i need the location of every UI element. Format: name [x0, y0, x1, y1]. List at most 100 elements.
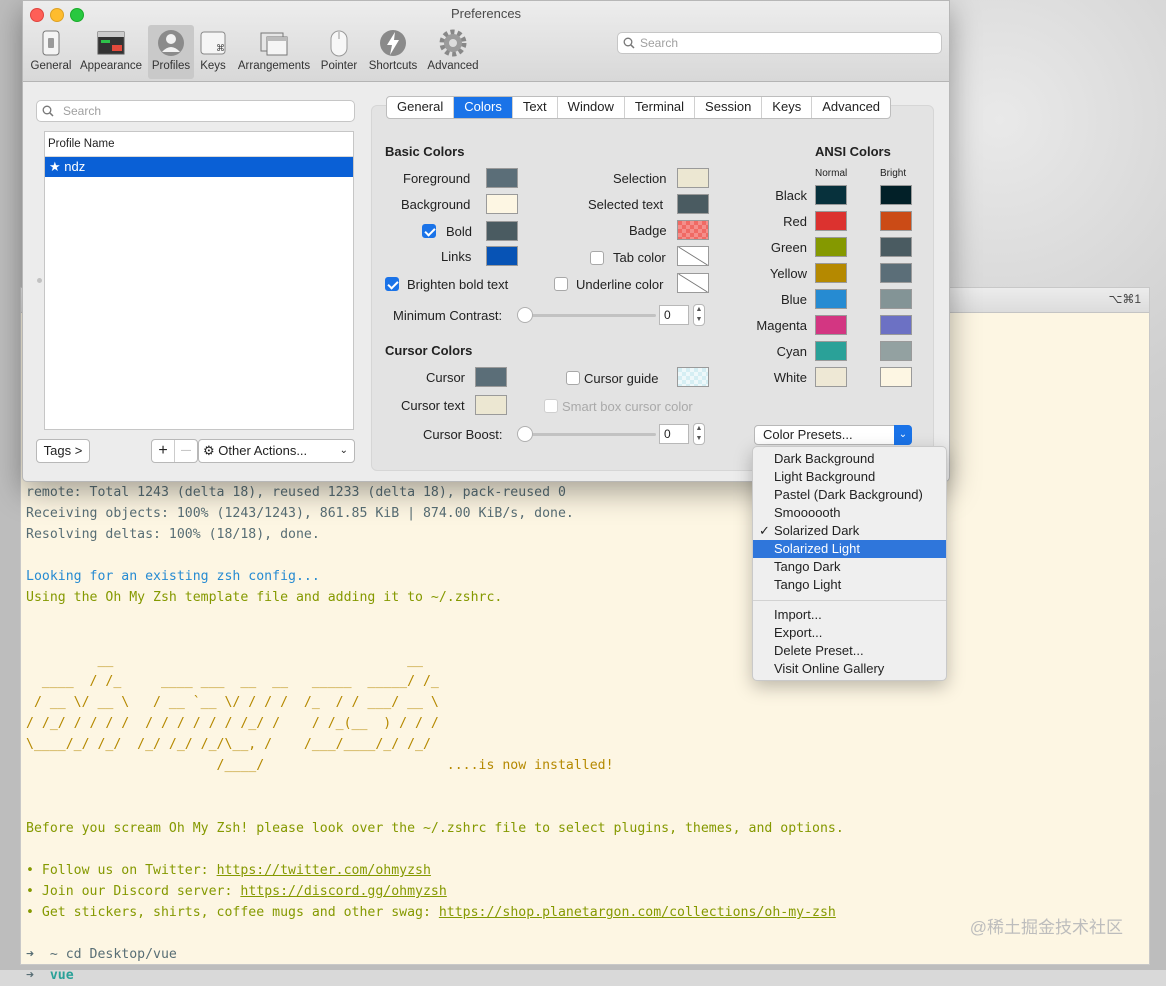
brighten-bold-checkbox[interactable]: [385, 277, 399, 291]
split-handle[interactable]: [37, 278, 42, 283]
bold-swatch[interactable]: [486, 221, 518, 241]
minimum-contrast-stepper[interactable]: ▲ ▼: [693, 304, 705, 326]
tags-button[interactable]: Tags >: [36, 439, 90, 463]
toolbar-arrangements[interactable]: Arrangements: [235, 25, 313, 79]
terminal-output[interactable]: remote: Total 1243 (delta 18), reused 12…: [26, 482, 1149, 986]
badge-swatch[interactable]: [677, 220, 709, 240]
toolbar-profiles[interactable]: Profiles: [148, 25, 194, 79]
selected-text-swatch[interactable]: [677, 194, 709, 214]
toolbar-label: General: [30, 60, 72, 72]
foreground-swatch[interactable]: [486, 168, 518, 188]
ansi-blue-normal-swatch[interactable]: [815, 289, 847, 309]
remove-profile-button[interactable]: —: [175, 440, 197, 462]
tab-advanced[interactable]: Advanced: [812, 97, 890, 118]
toolbar-appearance[interactable]: Appearance: [77, 25, 145, 79]
smart-box-label: Smart box cursor color: [562, 399, 693, 414]
cursor-boost-track[interactable]: [519, 433, 656, 436]
ansi-red-bright-swatch[interactable]: [880, 211, 912, 231]
add-profile-button[interactable]: +: [152, 440, 175, 462]
menu-item-preset[interactable]: Light Background: [753, 468, 946, 486]
minimum-contrast-track[interactable]: [519, 314, 656, 317]
tab-colors[interactable]: Colors: [454, 97, 513, 118]
minimum-contrast-value[interactable]: 0: [659, 305, 689, 325]
ansi-yellow-bright-swatch[interactable]: [880, 263, 912, 283]
other-actions-button[interactable]: ⚙ Other Actions... ⌄: [198, 439, 355, 463]
toolbar-search-field[interactable]: Search: [617, 32, 942, 54]
window-title: Preferences: [450, 6, 522, 21]
ansi-green-bright-swatch[interactable]: [880, 237, 912, 257]
terminal-prompt: ➜ ~ cd Desktop/vue: [26, 947, 177, 962]
terminal-prompt-current[interactable]: ➜ vue: [26, 965, 1149, 986]
discord-link[interactable]: https://discord.gg/ohmyzsh: [240, 884, 446, 899]
profile-name: ndz: [64, 159, 86, 174]
tab-color-swatch[interactable]: [677, 246, 709, 266]
cursor-guide-swatch[interactable]: [677, 367, 709, 387]
tab-keys[interactable]: Keys: [762, 97, 813, 118]
menu-item-preset[interactable]: Pastel (Dark Background): [753, 486, 946, 504]
shop-link[interactable]: https://shop.planetargon.com/collections…: [439, 905, 836, 920]
ansi-cyan-normal-swatch[interactable]: [815, 341, 847, 361]
smart-box-checkbox[interactable]: [544, 399, 558, 413]
cursor-swatch[interactable]: [475, 367, 507, 387]
terminal-line: • Follow us on Twitter: https://twitter.…: [26, 860, 1149, 881]
profile-search-field[interactable]: Search: [36, 100, 355, 122]
toolbar-keys[interactable]: ⌘ Keys: [197, 25, 229, 79]
ansi-green-normal-swatch[interactable]: [815, 237, 847, 257]
menu-item-preset-highlighted[interactable]: Solarized Light: [753, 540, 946, 558]
terminal-line: Using the Oh My Zsh template file and ad…: [26, 590, 503, 605]
toolbar-pointer[interactable]: Pointer: [318, 25, 360, 79]
ansi-black-bright-swatch[interactable]: [880, 185, 912, 205]
ansi-red-normal-swatch[interactable]: [815, 211, 847, 231]
toolbar-advanced[interactable]: Advanced: [425, 25, 481, 79]
menu-item-delete-preset[interactable]: Delete Preset...: [753, 642, 946, 660]
toolbar-label: Arrangements: [237, 60, 311, 72]
color-presets-button[interactable]: Color Presets... ⌄: [754, 425, 912, 445]
tab-general[interactable]: General: [387, 97, 455, 118]
cursor-boost-value[interactable]: 0: [659, 424, 689, 444]
twitter-link[interactable]: https://twitter.com/ohmyzsh: [217, 863, 431, 878]
ansi-cyan-bright-swatch[interactable]: [880, 341, 912, 361]
profile-row[interactable]: ★ ndz: [45, 157, 353, 177]
cursor-guide-checkbox[interactable]: [566, 371, 580, 385]
menu-item-import[interactable]: Import...: [753, 606, 946, 624]
ansi-magenta-bright-swatch[interactable]: [880, 315, 912, 335]
ansi-blue-bright-swatch[interactable]: [880, 289, 912, 309]
preferences-window[interactable]: Preferences General Appearance Profiles …: [22, 0, 950, 482]
search-icon: [42, 105, 54, 117]
underline-color-checkbox[interactable]: [554, 277, 568, 291]
ansi-magenta-normal-swatch[interactable]: [815, 315, 847, 335]
ansi-white-bright-swatch[interactable]: [880, 367, 912, 387]
profile-column-header[interactable]: Profile Name: [45, 132, 353, 157]
ansi-blue-label: Blue: [780, 292, 807, 307]
tab-window[interactable]: Window: [558, 97, 625, 118]
tab-color-checkbox[interactable]: [590, 251, 604, 265]
background-swatch[interactable]: [486, 194, 518, 214]
toolbar-general[interactable]: General: [29, 25, 73, 79]
cursor-boost-stepper[interactable]: ▲ ▼: [693, 423, 705, 445]
menu-item-preset[interactable]: Tango Dark: [753, 558, 946, 576]
cursor-boost-slider[interactable]: [517, 426, 533, 442]
menu-item-visit-gallery[interactable]: Visit Online Gallery: [753, 660, 946, 678]
ansi-black-normal-swatch[interactable]: [815, 185, 847, 205]
tab-terminal[interactable]: Terminal: [625, 97, 696, 118]
color-presets-label: Color Presets...: [763, 427, 853, 442]
ansi-yellow-normal-swatch[interactable]: [815, 263, 847, 283]
cursor-text-swatch[interactable]: [475, 395, 507, 415]
tab-text[interactable]: Text: [513, 97, 558, 118]
bold-checkbox[interactable]: [422, 224, 436, 238]
tab-session[interactable]: Session: [695, 97, 763, 118]
toolbar-shortcuts[interactable]: Shortcuts: [364, 25, 422, 79]
ansi-white-normal-swatch[interactable]: [815, 367, 847, 387]
profile-list[interactable]: Profile Name ★ ndz: [44, 131, 354, 430]
minimum-contrast-slider[interactable]: [517, 307, 533, 323]
menu-item-preset[interactable]: Smoooooth: [753, 504, 946, 522]
underline-color-swatch[interactable]: [677, 273, 709, 293]
menu-item-preset-checked[interactable]: ✓ Solarized Dark: [753, 522, 946, 540]
menu-item-export[interactable]: Export...: [753, 624, 946, 642]
selected-text-label: Selected text: [588, 197, 664, 212]
selection-swatch[interactable]: [677, 168, 709, 188]
menu-item-preset[interactable]: Tango Light: [753, 576, 946, 594]
menu-item-preset[interactable]: Dark Background: [753, 450, 946, 468]
links-swatch[interactable]: [486, 246, 518, 266]
profile-icon: [158, 30, 184, 56]
